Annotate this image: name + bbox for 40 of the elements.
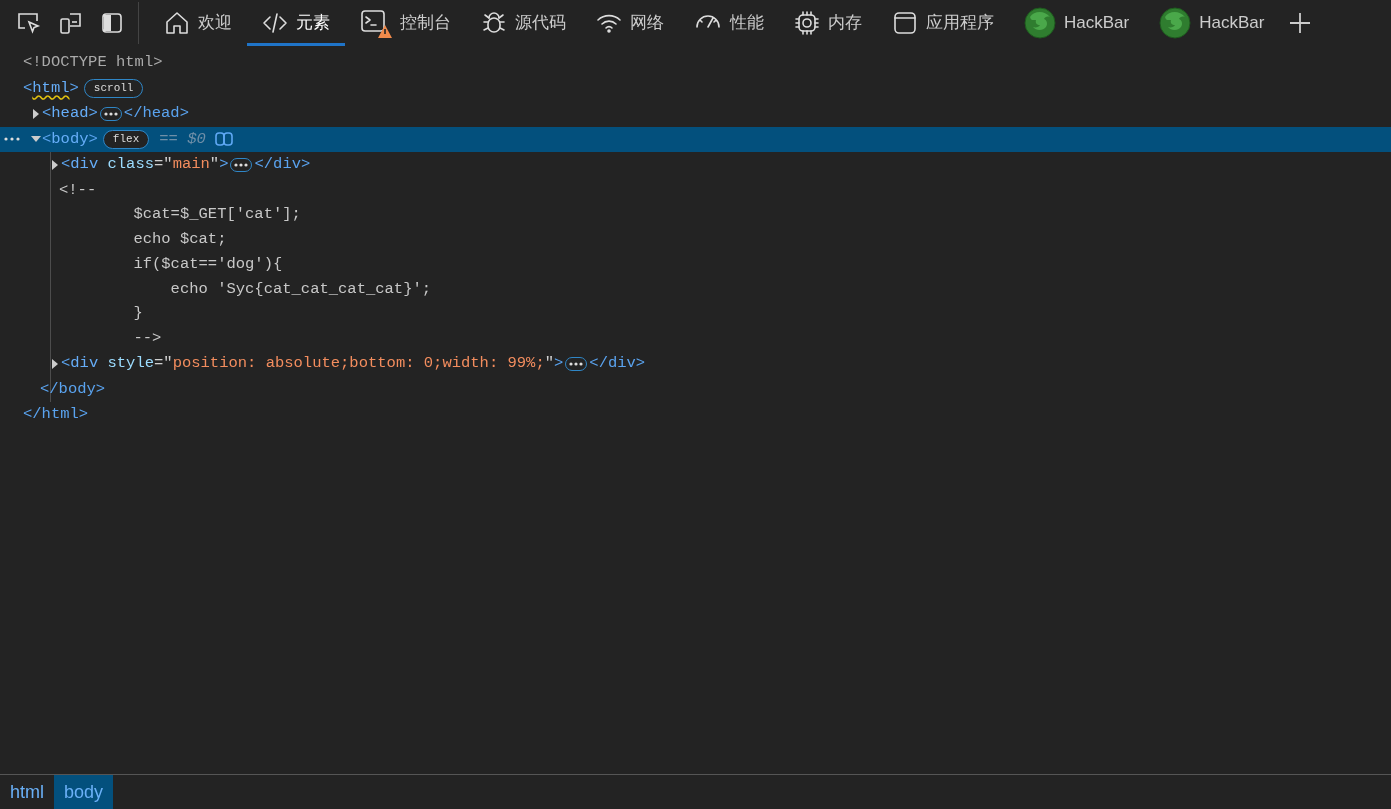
code-icon	[262, 10, 288, 36]
globe-icon	[1024, 7, 1056, 39]
comment-text: <!-- $cat=$_GET['cat']; echo $cat; if($cat=='dog'){ echo 'Syc{cat_cat_cat_cat}'; } -->	[59, 180, 432, 348]
closing-tag: </html>	[23, 403, 89, 427]
home-icon	[164, 10, 190, 36]
closing-tag: </body>	[40, 377, 106, 401]
layout-badge[interactable]: scroll	[83, 78, 144, 98]
bug-icon	[481, 10, 507, 36]
selected-row[interactable]: <body> flex == $0	[0, 126, 1391, 152]
devtools-tab[interactable]: 网络	[581, 0, 679, 46]
devtools-tab[interactable]: 欢迎	[149, 0, 247, 46]
devtools-tab[interactable]: HackBar	[1009, 0, 1145, 46]
collapse-triangle[interactable]	[30, 136, 42, 143]
devtools-tab[interactable]: 控制台	[345, 0, 466, 46]
opening-tag: <body>	[42, 127, 98, 151]
closing-tag: </div>	[254, 153, 311, 177]
chip-icon	[794, 10, 820, 36]
copilot-icon[interactable]	[213, 130, 234, 149]
devtools-tab[interactable]: 源代码	[466, 0, 581, 46]
breadcrumb[interactable]: html	[0, 775, 54, 809]
breadcrumb[interactable]: body	[54, 775, 114, 809]
closing-tag: </head>	[123, 102, 189, 126]
reference-text: == $0	[159, 128, 206, 150]
layout-badge[interactable]: flex	[102, 129, 150, 149]
ellipsis-icon	[569, 361, 584, 366]
devtools-tab[interactable]: 内存	[779, 0, 877, 46]
globe-icon	[1159, 7, 1192, 39]
devtools-tab[interactable]: HackBar	[1144, 0, 1280, 46]
ellipsis-icon	[234, 162, 249, 167]
window-icon	[892, 10, 918, 36]
opening-tag: <div class="main">	[61, 153, 229, 177]
ellipsis-icon	[103, 111, 118, 116]
opening-tag: <html>	[23, 76, 79, 100]
closing-tag: </div>	[589, 352, 646, 376]
opening-tag: <div style="position: absolute;bottom: 0;width: 99%;">	[61, 352, 564, 376]
devtools-tab[interactable]: 应用程序	[877, 0, 1009, 46]
devtools-tab[interactable]: 性能	[679, 0, 779, 46]
devtools-tab[interactable]: 元素	[247, 0, 345, 46]
opening-tag: <head>	[42, 102, 98, 126]
doctype-text: <!DOCTYPE html>	[23, 52, 163, 74]
